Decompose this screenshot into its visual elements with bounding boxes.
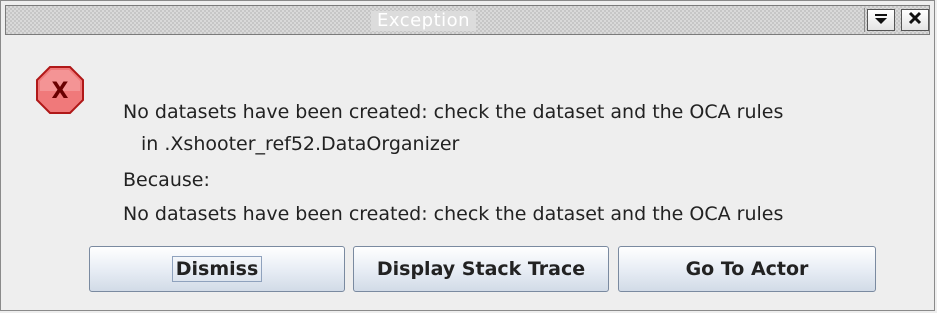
display-stack-trace-label: Display Stack Trace	[376, 258, 586, 280]
go-to-actor-label: Go To Actor	[685, 258, 809, 280]
dismiss-button[interactable]: Dismiss	[89, 246, 345, 292]
error-x-icon: X	[35, 65, 85, 115]
window-menu-button[interactable]	[867, 9, 895, 31]
go-to-actor-button[interactable]: Go To Actor	[618, 246, 876, 292]
title-bar-separator	[864, 8, 865, 32]
message-line-4: No datasets have been created: check the…	[123, 203, 784, 225]
window-title: Exception	[371, 11, 477, 31]
dismiss-button-label: Dismiss	[171, 256, 263, 282]
message-line-2: in .Xshooter_ref52.DataOrganizer	[141, 133, 460, 155]
svg-text:X: X	[52, 79, 69, 104]
window-close-button[interactable]	[901, 9, 929, 31]
close-icon	[908, 11, 922, 29]
title-bar[interactable]: Exception	[5, 5, 930, 35]
exception-dialog: Exception X No datasets have been create…	[0, 0, 935, 311]
display-stack-trace-button[interactable]: Display Stack Trace	[353, 246, 609, 292]
triangle-down-icon	[874, 11, 888, 29]
message-line-1: No datasets have been created: check the…	[123, 101, 784, 123]
message-line-3: Because:	[123, 169, 210, 191]
